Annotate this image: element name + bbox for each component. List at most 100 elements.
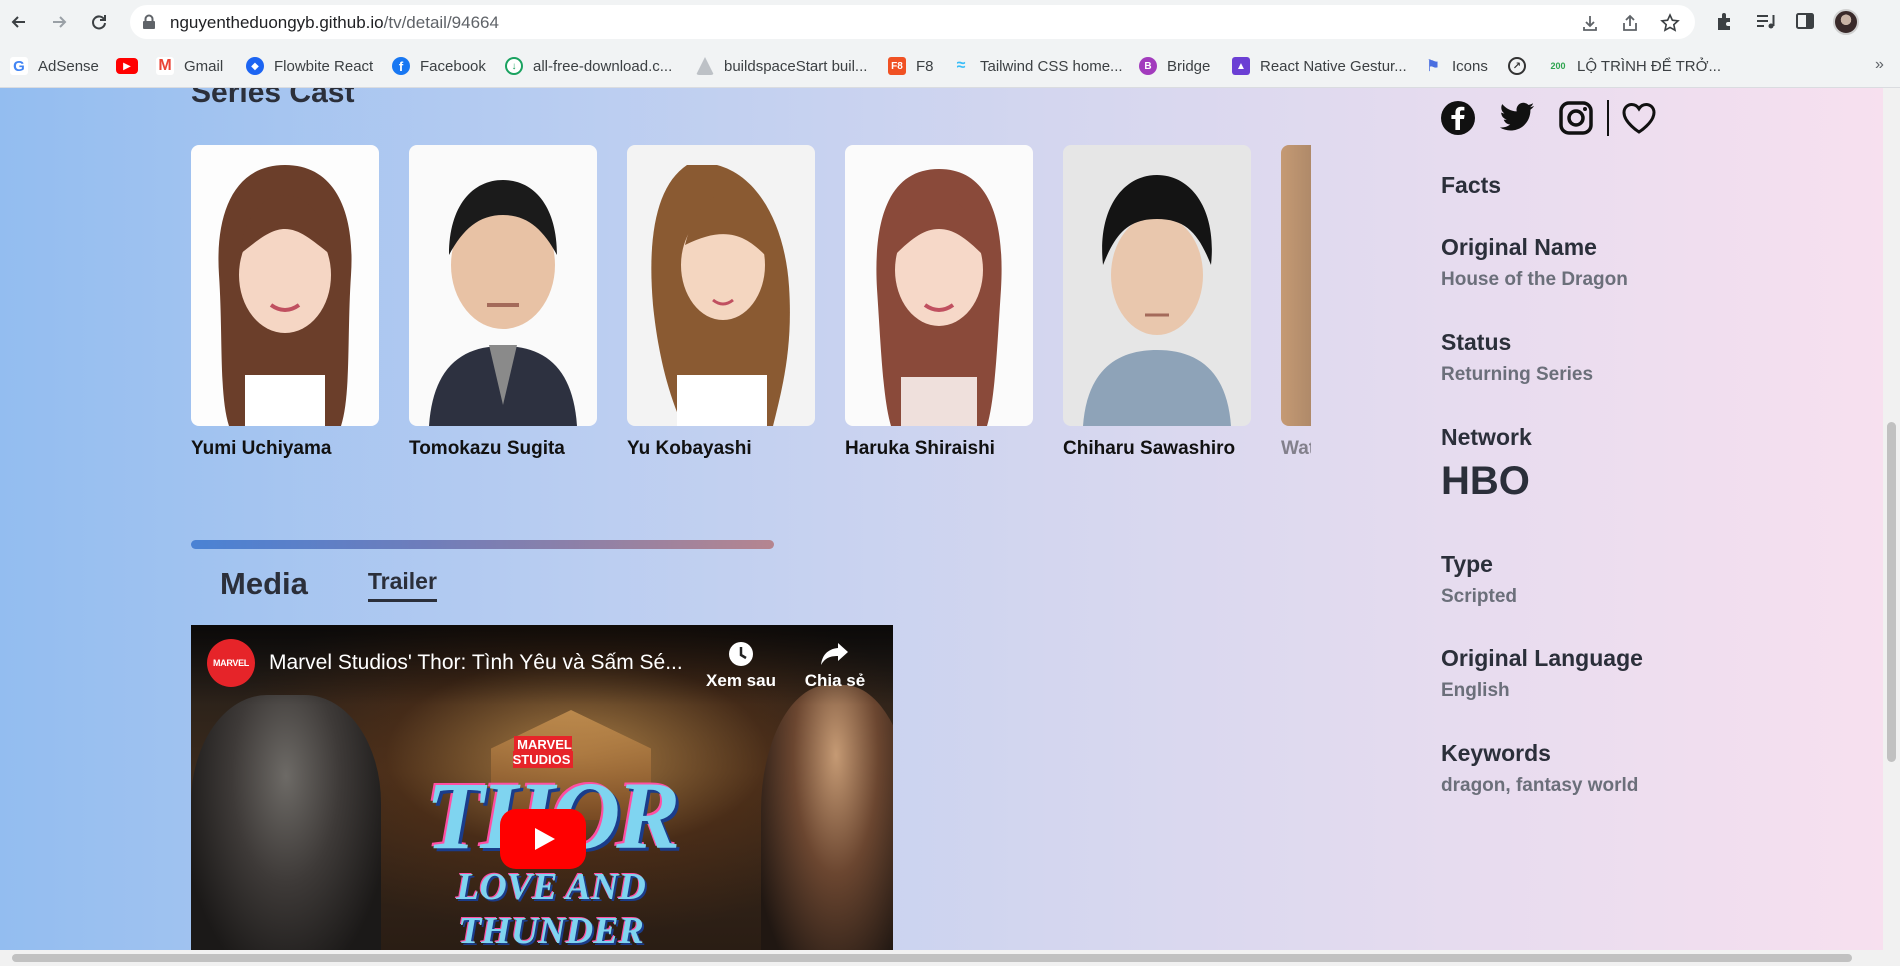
heart-icon	[1622, 102, 1656, 134]
bookmark-youtube[interactable]: ▶	[116, 55, 148, 77]
bookmark-icons[interactable]: ⚑ Icons	[1424, 55, 1488, 77]
twitter-link[interactable]	[1499, 100, 1535, 136]
fact-label: Network	[1441, 424, 1532, 450]
fact-value: dragon, fantasy world	[1441, 775, 1639, 796]
facebook-link[interactable]	[1440, 100, 1476, 136]
tailwind-icon: ≈	[956, 57, 966, 74]
scrollbar-thumb[interactable]	[12, 954, 1852, 962]
fact-original-name: Original Name House of the Dragon	[1441, 234, 1628, 291]
bookmark-flowbite[interactable]: ◆ Flowbite React	[246, 55, 373, 77]
cast-card[interactable]: Chiharu Sawashiro	[1063, 145, 1251, 460]
cast-photo	[409, 145, 597, 426]
fact-value: House of the Dragon	[1441, 269, 1628, 290]
share-icon[interactable]	[1620, 13, 1640, 33]
social-links	[1440, 100, 1680, 136]
fact-value: Returning Series	[1441, 364, 1594, 385]
extensions-puzzle-icon[interactable]	[1714, 10, 1736, 32]
arrow-left-icon	[11, 16, 25, 28]
fact-value: HBO	[1441, 459, 1530, 503]
facebook-icon: f	[392, 57, 410, 75]
cast-photo	[627, 145, 815, 426]
play-button[interactable]	[500, 809, 586, 869]
instagram-icon	[1559, 101, 1593, 135]
back-button[interactable]	[6, 9, 32, 35]
bookmark-buildspace[interactable]: buildspaceStart buil...	[696, 55, 867, 77]
cast-card[interactable]: Yu Kobayashi	[627, 145, 815, 460]
fact-status: Status Returning Series	[1441, 329, 1593, 386]
channel-avatar[interactable]: MARVEL	[207, 639, 255, 687]
bookmark-compass[interactable]: ↗	[1508, 55, 1536, 77]
bookmark-label: AdSense	[38, 57, 99, 75]
bookmark-tailwind[interactable]: ≈ Tailwind CSS home...	[952, 55, 1123, 77]
bookmark-all-free-download[interactable]: ↓ all-free-download.c...	[505, 55, 672, 77]
share-button[interactable]: Chia sẻ	[795, 637, 875, 691]
fact-label: Status	[1441, 329, 1512, 355]
cast-photo	[1281, 145, 1311, 426]
cast-card[interactable]: Yumi Uchiyama	[191, 145, 379, 460]
url-host: nguyentheduongyb.github.io	[170, 13, 384, 32]
instagram-link[interactable]	[1558, 100, 1594, 136]
forward-button[interactable]	[46, 9, 72, 35]
fact-value: English	[1441, 680, 1510, 701]
cast-name: Yu Kobayashi	[627, 438, 752, 459]
cast-photo	[191, 145, 379, 426]
reload-button[interactable]	[86, 9, 112, 35]
media-control-icon[interactable]	[1754, 10, 1776, 32]
bookmark-star-icon[interactable]	[1660, 13, 1680, 33]
bookmark-label: F8	[916, 57, 934, 75]
bookmark-f8[interactable]: F8 F8	[888, 55, 934, 77]
lock-icon	[143, 14, 155, 29]
gmail-icon: M	[156, 57, 174, 75]
download-icon: ↓	[505, 57, 523, 75]
bookmark-gmail[interactable]: M Gmail	[156, 55, 223, 77]
facebook-icon	[1441, 101, 1475, 135]
bookmark-react-native-gesture[interactable]: ▲ React Native Gestur...	[1232, 55, 1407, 77]
cast-name: Yumi Uchiyama	[191, 438, 332, 459]
watch-later-button[interactable]: Xem sau	[701, 637, 781, 691]
url-text: nguyentheduongyb.github.io/tv/detail/946…	[170, 13, 499, 33]
cast-card-partial[interactable]: Wat	[1281, 145, 1311, 460]
tab-trailer[interactable]: Trailer	[367, 568, 437, 602]
scrollbar-thumb[interactable]	[1887, 422, 1896, 762]
compass-icon: ↗	[1508, 57, 1526, 75]
url-path: /tv/detail/94664	[383, 13, 499, 32]
vertical-scrollbar[interactable]	[1883, 88, 1900, 950]
clock-icon	[729, 642, 753, 666]
fact-network: Network HBO	[1441, 424, 1532, 504]
horizontal-scrollbar[interactable]	[0, 950, 1900, 966]
fact-label: Original Language	[1441, 645, 1643, 671]
facts-heading: Facts	[1441, 172, 1502, 198]
side-panel-icon[interactable]	[1794, 10, 1816, 32]
fact-value: Scripted	[1441, 586, 1518, 607]
favorite-button[interactable]	[1621, 100, 1657, 136]
bookmarks-bar: G AdSense ▶ M Gmail ◆ Flowbite React f F…	[0, 44, 1900, 88]
tab-media[interactable]: Media	[220, 566, 308, 602]
trailer-video-player[interactable]: MARVEL Marvel Studios' Thor: Tình Yêu và…	[191, 625, 893, 950]
thor-subtitle-logo: LOVE AND THUNDER	[456, 866, 646, 950]
video-thumbnail-figure	[761, 685, 893, 950]
cast-card[interactable]: Haruka Shiraishi	[845, 145, 1033, 460]
cast-name: Chiharu Sawashiro	[1063, 438, 1236, 459]
bookmark-bridge[interactable]: B Bridge	[1139, 55, 1210, 77]
cast-photo	[1063, 145, 1251, 426]
fact-type: Type Scripted	[1441, 551, 1517, 608]
social-divider	[1607, 100, 1609, 136]
bookmark-adsense[interactable]: G AdSense	[10, 55, 99, 77]
bookmark-label: Flowbite React	[274, 57, 374, 75]
reload-icon	[92, 15, 106, 30]
bookmark-facebook[interactable]: f Facebook	[392, 55, 486, 77]
install-app-icon[interactable]	[1580, 13, 1600, 33]
profile-avatar[interactable]	[1833, 9, 1859, 35]
cast-carousel[interactable]: Yumi Uchiyama Tomokazu Sugita Yu Kobayas…	[191, 145, 1311, 475]
bookmark-200lab[interactable]: 200 LỘ TRÌNH ĐỂ TRỞ...	[1549, 55, 1721, 77]
bookmark-label: Icons	[1452, 57, 1488, 75]
cast-card[interactable]: Tomokazu Sugita	[409, 145, 597, 460]
youtube-icon: ▶	[116, 58, 138, 74]
fact-keywords: Keywords dragon, fantasy world	[1441, 740, 1638, 797]
cast-photo	[845, 145, 1033, 426]
bookmarks-overflow-chevron-icon[interactable]: »	[1875, 56, 1884, 74]
share-label: Chia sẻ	[804, 671, 866, 690]
address-bar[interactable]: nguyentheduongyb.github.io/tv/detail/946…	[130, 5, 1695, 39]
flowbite-icon: ◆	[246, 57, 264, 75]
video-title[interactable]: Marvel Studios' Thor: Tình Yêu và Sấm Sé…	[269, 651, 683, 675]
